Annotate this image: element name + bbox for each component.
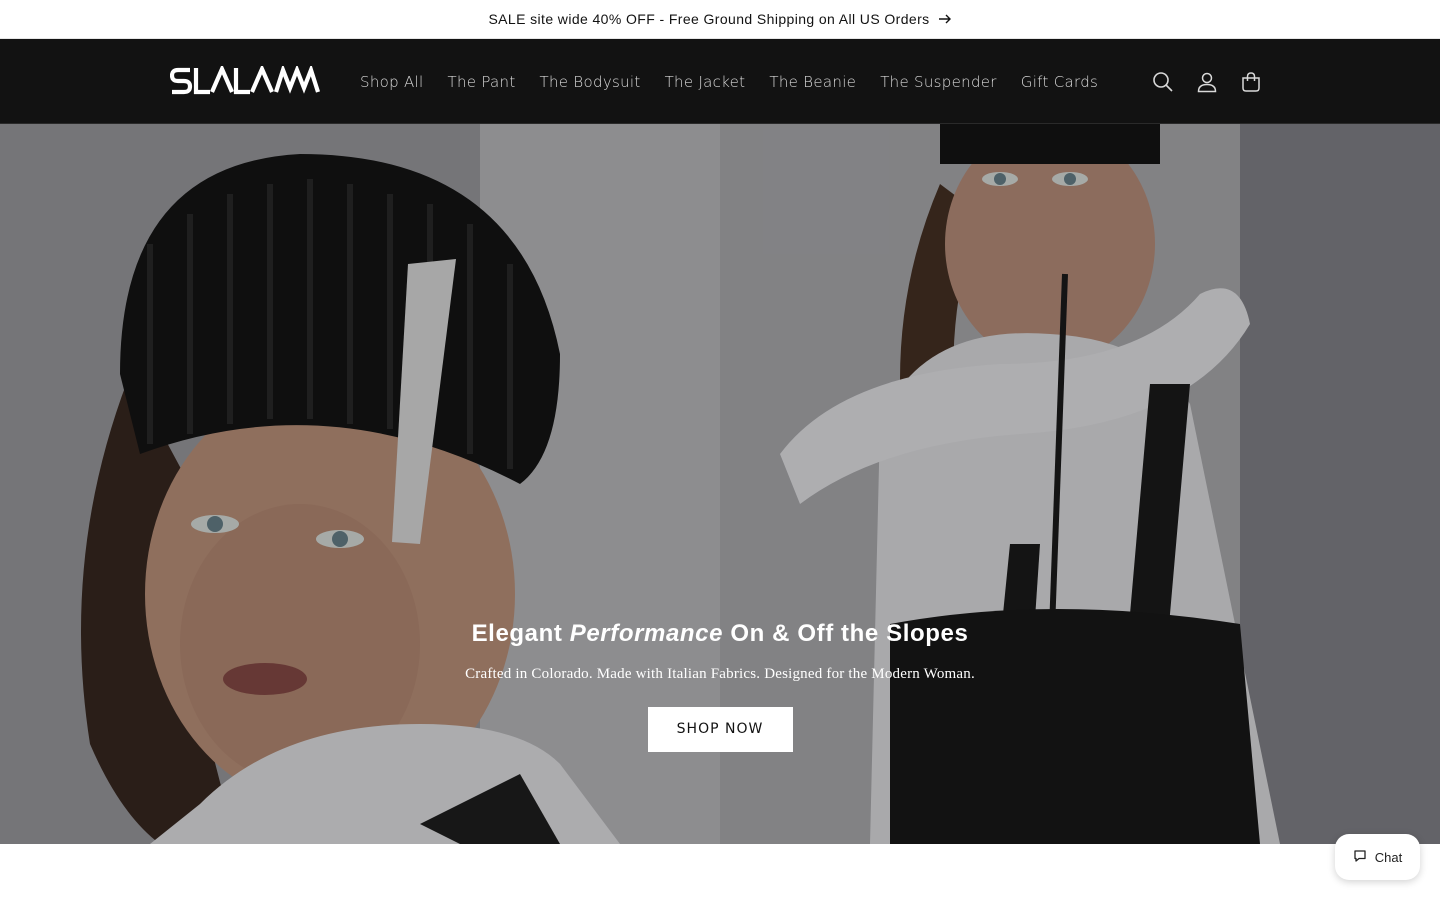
- cart-icon[interactable]: [1229, 60, 1273, 104]
- hero-subtitle: Crafted in Colorado. Made with Italian F…: [465, 666, 975, 682]
- arrow-right-icon[interactable]: [938, 13, 952, 25]
- hero-banner: Elegant Performance On & Off the Slopes …: [0, 124, 1440, 844]
- main-nav: Shop All The Pant The Bodysuit The Jacke…: [348, 39, 1110, 124]
- chat-label: Chat: [1374, 849, 1403, 865]
- nav-item-the-suspender[interactable]: The Suspender: [868, 73, 1009, 91]
- hero-title-emphasis: Performance: [569, 620, 724, 647]
- nav-item-gift-cards[interactable]: Gift Cards: [1009, 73, 1110, 91]
- hero-title-part: Elegant: [471, 620, 570, 647]
- nav-item-shop-all[interactable]: Shop All: [348, 73, 436, 91]
- search-icon[interactable]: [1141, 60, 1185, 104]
- announcement-bar[interactable]: SALE site wide 40% OFF - Free Ground Shi…: [0, 0, 1440, 39]
- nav-item-the-pant[interactable]: The Pant: [436, 73, 528, 91]
- chat-button[interactable]: Chat: [1335, 834, 1420, 880]
- shop-now-button[interactable]: SHOP NOW: [647, 707, 793, 752]
- site-header: Shop All The Pant The Bodysuit The Jacke…: [0, 39, 1440, 124]
- brand-logo[interactable]: [169, 63, 321, 96]
- hero-content: Elegant Performance On & Off the Slopes …: [0, 618, 1440, 752]
- nav-item-the-beanie[interactable]: The Beanie: [757, 73, 868, 91]
- header-icons: [1141, 39, 1273, 124]
- account-icon[interactable]: [1185, 60, 1229, 104]
- hero-title: Elegant Performance On & Off the Slopes: [0, 618, 1440, 650]
- announcement-text[interactable]: SALE site wide 40% OFF - Free Ground Shi…: [488, 11, 929, 27]
- nav-item-the-bodysuit[interactable]: The Bodysuit: [528, 73, 653, 91]
- chat-bubble-icon: [1353, 849, 1367, 866]
- nav-item-the-jacket[interactable]: The Jacket: [653, 73, 758, 91]
- hero-title-part: On & Off the Slopes: [723, 620, 969, 647]
